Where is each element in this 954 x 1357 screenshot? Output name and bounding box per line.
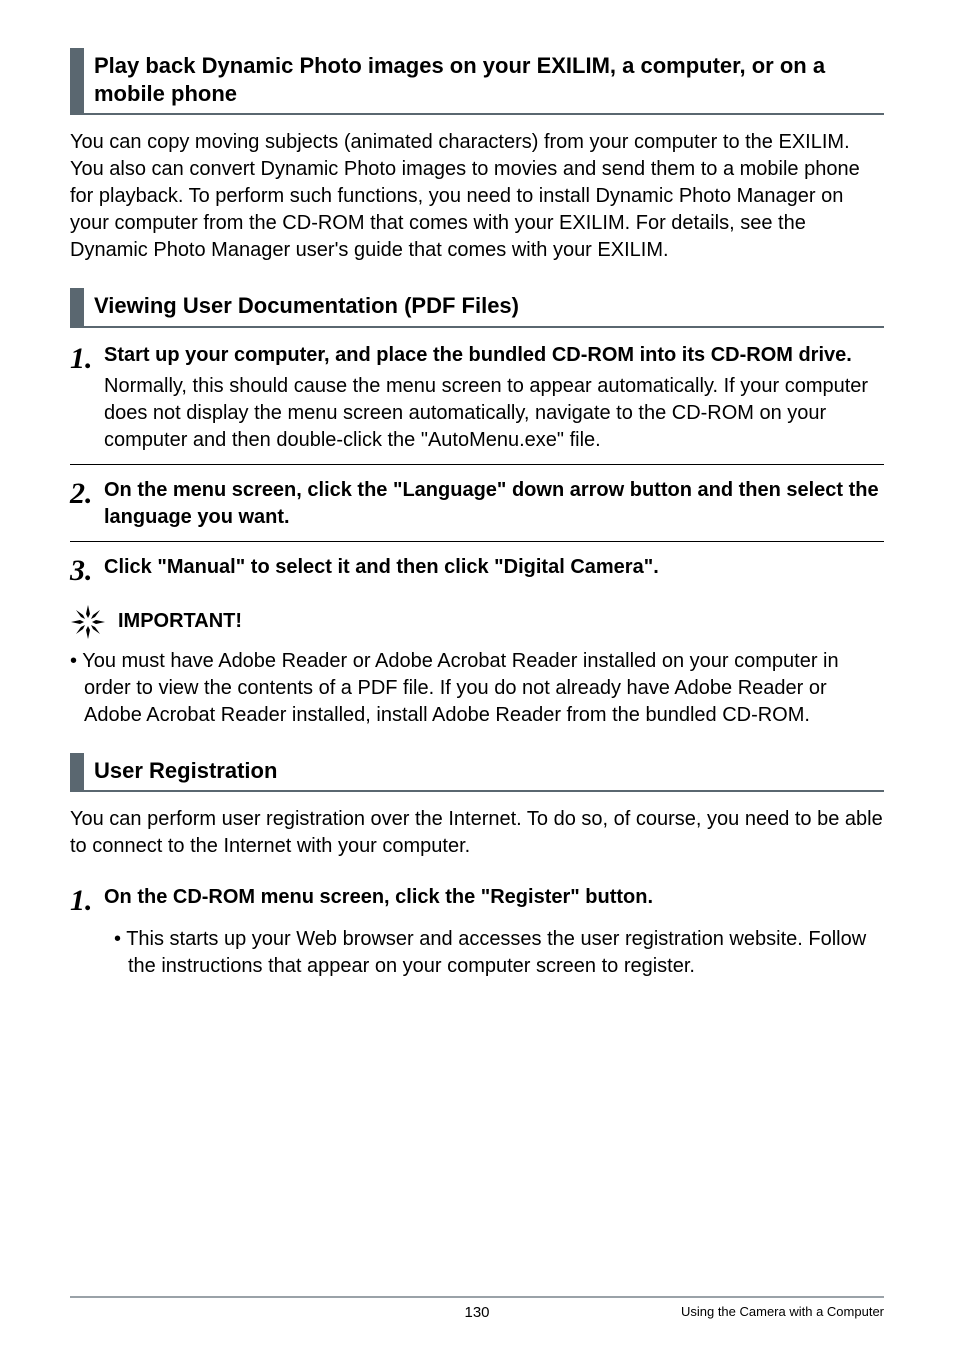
step-title: Click "Manual" to select it and then cli… <box>104 554 884 581</box>
section-header-viewing-docs: Viewing User Documentation (PDF Files) <box>70 288 884 328</box>
step-title: On the menu screen, click the "Language"… <box>104 477 884 531</box>
section-bar-icon <box>70 753 84 791</box>
section-title: Play back Dynamic Photo images on your E… <box>94 48 884 113</box>
step-text: Normally, this should cause the menu scr… <box>104 373 884 454</box>
step-divider <box>70 541 884 542</box>
important-callout: IMPORTANT! <box>70 604 884 640</box>
body-text: You can copy moving subjects (animated c… <box>70 129 884 264</box>
important-label: IMPORTANT! <box>118 610 242 633</box>
step-3: 3. Click "Manual" to select it and then … <box>70 554 884 586</box>
step-1: 1. Start up your computer, and place the… <box>70 342 884 454</box>
page-number: 130 <box>464 1304 489 1321</box>
step-number: 1. <box>70 884 104 916</box>
section-bar-icon <box>70 288 84 326</box>
step-divider <box>70 464 884 465</box>
section-header-user-registration: User Registration <box>70 753 884 793</box>
burst-icon <box>70 604 106 640</box>
footer-section-label: Using the Camera with a Computer <box>681 1304 884 1319</box>
step-2: 2. On the menu screen, click the "Langua… <box>70 477 884 531</box>
section-title: User Registration <box>94 753 277 791</box>
step-number: 2. <box>70 477 104 509</box>
step-sub-bullet: • This starts up your Web browser and ac… <box>70 926 884 980</box>
section-bar-icon <box>70 48 84 113</box>
important-bullet: • You must have Adobe Reader or Adobe Ac… <box>70 648 884 729</box>
step-register-1: 1. On the CD-ROM menu screen, click the … <box>70 884 884 916</box>
section-header-dynamic-photo: Play back Dynamic Photo images on your E… <box>70 48 884 115</box>
step-title: On the CD-ROM menu screen, click the "Re… <box>104 884 884 911</box>
step-title: Start up your computer, and place the bu… <box>104 342 884 369</box>
section-title: Viewing User Documentation (PDF Files) <box>94 288 519 326</box>
body-text: You can perform user registration over t… <box>70 806 884 860</box>
step-number: 1. <box>70 342 104 374</box>
page-footer: 130 Using the Camera with a Computer <box>70 1296 884 1319</box>
step-number: 3. <box>70 554 104 586</box>
footer-divider <box>70 1296 884 1298</box>
